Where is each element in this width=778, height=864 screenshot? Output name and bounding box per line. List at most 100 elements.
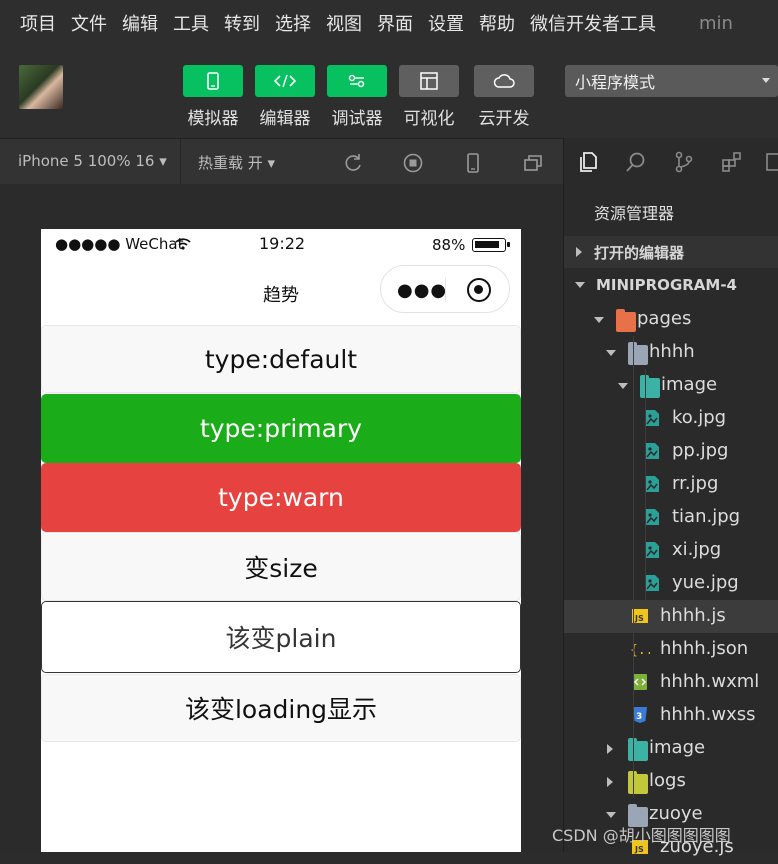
debugger-label: 调试器 [331, 109, 383, 129]
tree-item-label: pages [637, 308, 692, 329]
menu-item[interactable]: 帮助 [479, 10, 515, 36]
button-size[interactable]: 变size [41, 532, 521, 601]
tree-item-label: hhhh [649, 341, 695, 362]
menu-item[interactable]: 文件 [71, 10, 107, 36]
menu-item[interactable]: 设置 [428, 10, 464, 36]
chevron-down-icon [594, 317, 604, 323]
mode-select[interactable]: 小程序模式 [565, 65, 778, 97]
chevron-down-icon [606, 350, 616, 356]
simulator-button[interactable] [183, 65, 243, 97]
tree-item-label: xi.jpg [672, 539, 722, 560]
phone-simulator: ●●●●● WeChat 19:22 88% 趋势 ●●● type:defau… [41, 229, 521, 852]
window-icon[interactable] [522, 152, 544, 174]
menu-item-right[interactable]: min [699, 13, 733, 34]
tree-item[interactable]: image [564, 732, 778, 765]
toolbar: 模拟器 编辑器 调试器 可视化 云开发 小程序模式 [0, 46, 778, 138]
debugger-button[interactable] [327, 65, 387, 97]
tree-item[interactable]: 3 hhhh.wxss [564, 699, 778, 732]
menu-item[interactable]: 编辑 [122, 10, 158, 36]
tree-item[interactable]: JS hhhh.js [564, 600, 778, 633]
editor-label: 编辑器 [259, 109, 311, 129]
phone-status-bar: ●●●●● WeChat 19:22 88% [41, 229, 521, 261]
activity-bar [564, 138, 778, 184]
layout-icon [420, 72, 438, 90]
carrier-label: ●●●●● WeChat [55, 235, 184, 253]
tree-item-label: zuoye [649, 803, 703, 824]
chevron-right-icon [607, 777, 613, 787]
folder-icon [640, 375, 660, 398]
tree-item-label: pp.jpg [672, 440, 729, 461]
tree-item[interactable]: logs [564, 765, 778, 798]
stop-icon[interactable] [402, 152, 424, 174]
svg-text:JS: JS [634, 845, 644, 854]
menu-item[interactable]: 视图 [326, 10, 362, 36]
simulator-toolbar: iPhone 5 100% 16 ▾ 热重载 开 ▾ [0, 138, 563, 185]
button-type-default[interactable]: type:default [41, 325, 521, 393]
search-icon[interactable] [624, 150, 648, 174]
menu-item[interactable]: 项目 [20, 10, 56, 36]
tree-item[interactable]: tian.jpg [564, 501, 778, 534]
tree-item[interactable]: ko.jpg [564, 402, 778, 435]
svg-text:JS: JS [634, 614, 644, 623]
cloud-icon [493, 74, 515, 88]
indent-guide [645, 369, 646, 600]
button-loading[interactable]: 该变loading显示 [41, 674, 521, 742]
visual-label: 可视化 [403, 109, 455, 129]
debug-icon [348, 74, 365, 88]
chevron-down-icon [575, 282, 585, 288]
tree-item[interactable]: pages [564, 303, 778, 336]
project-section[interactable]: MINIPROGRAM-4 [564, 269, 778, 301]
tree-item[interactable]: rr.jpg [564, 468, 778, 501]
visual-button[interactable] [399, 65, 459, 97]
battery-percent: 88% [432, 236, 466, 254]
explorer-title: 资源管理器 [594, 204, 675, 223]
divider [445, 278, 446, 302]
menu-item[interactable]: 工具 [173, 10, 209, 36]
tree-item-label: hhhh.json [660, 638, 749, 659]
button-type-warn[interactable]: type:warn [41, 463, 521, 532]
tree-item[interactable]: hhhh.wxml [564, 666, 778, 699]
chevron-down-icon [606, 812, 616, 818]
source-control-icon[interactable] [672, 150, 696, 174]
menu-item[interactable]: 微信开发者工具 [530, 10, 656, 36]
tree-item-label: hhhh.wxml [660, 671, 760, 692]
menu-item[interactable]: 转到 [224, 10, 260, 36]
tree-item[interactable]: xi.jpg [564, 534, 778, 567]
capsule-menu[interactable]: ●●● [380, 265, 510, 313]
menu-item[interactable]: 界面 [377, 10, 413, 36]
phone-preview-icon[interactable] [462, 152, 484, 174]
refresh-icon[interactable] [342, 152, 364, 174]
indent-guide [633, 336, 634, 798]
tree-item[interactable]: yue.jpg [564, 567, 778, 600]
cloud-button[interactable] [474, 65, 534, 97]
explorer-panel: 资源管理器 打开的编辑器 MINIPROGRAM-4 pages hhhh imag… [563, 138, 778, 857]
tree-item[interactable]: image [564, 369, 778, 402]
tree-item-label: yue.jpg [672, 572, 739, 593]
editor-button[interactable] [255, 65, 315, 97]
button-plain[interactable]: 该变plain [41, 601, 521, 673]
device-select[interactable]: iPhone 5 100% 16 ▾ [18, 152, 167, 170]
user-avatar[interactable] [19, 65, 63, 109]
more-icon[interactable]: ●●● [397, 280, 447, 301]
folder-icon [628, 738, 648, 761]
code-icon [273, 74, 297, 88]
status-time: 19:22 [259, 234, 306, 253]
wifi-icon [175, 238, 191, 250]
open-editors-section[interactable]: 打开的编辑器 [564, 236, 778, 268]
cloud-label: 云开发 [478, 109, 530, 129]
tree-item[interactable]: hhhh [564, 336, 778, 369]
chevron-down-icon [618, 383, 628, 389]
tree-item[interactable]: pp.jpg [564, 435, 778, 468]
close-target-icon[interactable] [467, 278, 491, 302]
button-type-primary[interactable]: type:primary [41, 394, 521, 463]
panel-icon[interactable] [764, 150, 778, 174]
chevron-down-icon [762, 78, 770, 83]
open-editors-label: 打开的编辑器 [594, 243, 685, 262]
mode-select-value: 小程序模式 [575, 73, 656, 92]
extensions-icon[interactable] [720, 150, 744, 174]
hot-reload-toggle[interactable]: 热重载 开 ▾ [198, 152, 275, 173]
folder-icon [616, 309, 636, 332]
menu-item[interactable]: 选择 [275, 10, 311, 36]
tree-item[interactable]: {..}hhhh.json [564, 633, 778, 666]
files-icon[interactable] [576, 150, 600, 174]
